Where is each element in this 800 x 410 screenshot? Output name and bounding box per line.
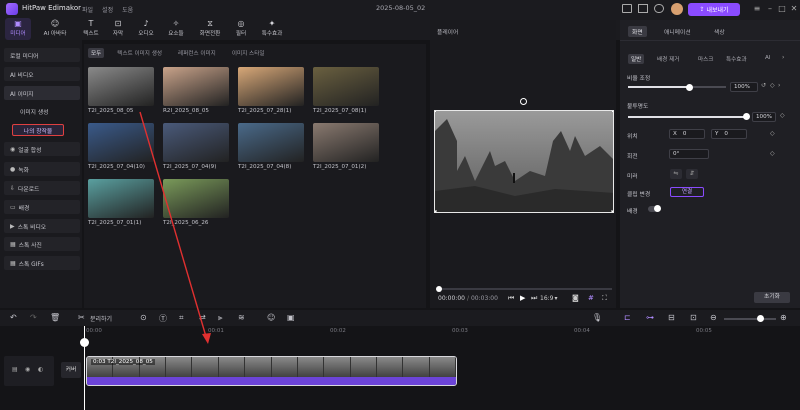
annotation-arrow bbox=[139, 111, 211, 344]
